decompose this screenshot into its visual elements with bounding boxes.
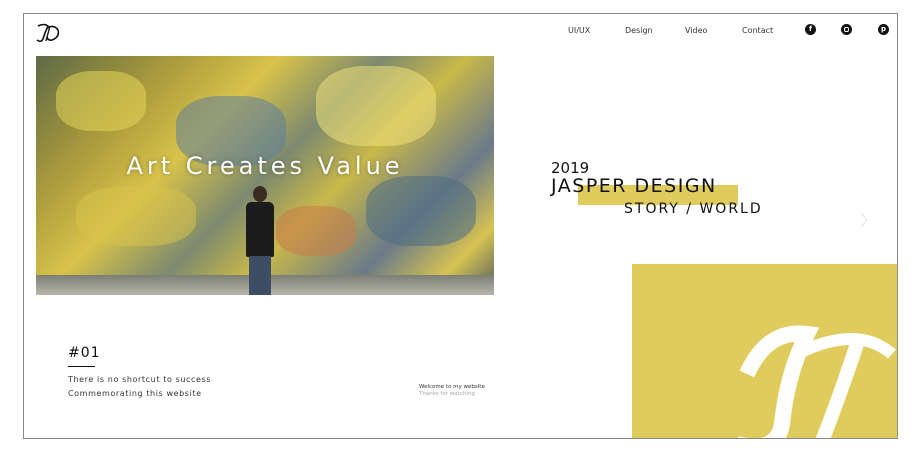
person-figure xyxy=(246,202,274,257)
painting-stroke xyxy=(316,66,436,146)
chevron-right-icon[interactable] xyxy=(859,211,869,229)
section-number: #01 xyxy=(68,345,101,361)
painting-stroke xyxy=(76,186,196,246)
person-figure xyxy=(249,256,271,295)
nav-link-design[interactable]: Design xyxy=(625,26,653,35)
painting-stroke xyxy=(276,206,356,256)
person-figure xyxy=(253,186,267,202)
nav-link-contact[interactable]: Contact xyxy=(742,26,773,35)
thanks-text: Thanks for watching xyxy=(419,391,475,397)
section-divider xyxy=(68,366,95,367)
brand-name: JASPER DESIGN xyxy=(551,175,717,197)
hero-image: Art Creates Value xyxy=(36,56,494,295)
facebook-icon[interactable]: f xyxy=(805,24,816,35)
page-frame: UI/UX Design Video Contact f p Art Creat… xyxy=(23,13,898,439)
instagram-icon[interactable] xyxy=(841,24,852,35)
pinterest-icon[interactable]: p xyxy=(878,24,889,35)
welcome-text: Welcome to my website xyxy=(419,384,485,390)
hero-title: Art Creates Value xyxy=(126,152,404,180)
section-text-line: There is no shortcut to success xyxy=(68,375,212,384)
section-text-line: Commemorating this website xyxy=(68,389,202,398)
brand-color-block xyxy=(632,264,897,438)
site-logo[interactable] xyxy=(34,22,62,44)
painting-stroke xyxy=(56,71,146,131)
nav-link-uiux[interactable]: UI/UX xyxy=(568,26,590,35)
nav-link-video[interactable]: Video xyxy=(685,26,707,35)
painting-stroke xyxy=(366,176,476,246)
logo-mark xyxy=(36,23,60,43)
brand-tagline: STORY / WORLD xyxy=(624,201,763,217)
logo-watermark xyxy=(738,325,896,438)
